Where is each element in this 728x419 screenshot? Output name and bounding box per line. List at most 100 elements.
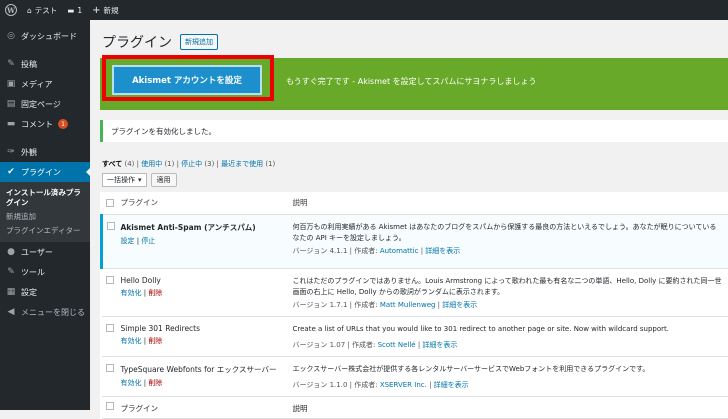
akismet-banner-message: もうすぐ完了です - Akismet を設定してスパムにサヨナラしましょう	[286, 76, 536, 87]
row-checkbox[interactable]	[107, 222, 115, 230]
menu-label: メディア	[21, 79, 52, 90]
menu-label: 外観	[21, 147, 37, 158]
wrench-icon: ✎	[6, 267, 16, 277]
menu-label: ツール	[21, 267, 45, 278]
filter-active-count: (1)	[164, 160, 174, 168]
delete-link[interactable]: 削除	[148, 289, 162, 297]
brush-icon: ✑	[6, 147, 16, 157]
plugin-description-cont: なたの API キーを設定しましょう。	[293, 233, 728, 244]
table-row: Akismet Anti-Spam (アンチスパム) 設定 | 停止 何百万もの…	[102, 214, 728, 268]
table-header-row: プラグイン 説明	[102, 192, 728, 214]
menu-label: 固定ページ	[21, 99, 61, 110]
row-checkbox[interactable]	[106, 324, 114, 332]
plugins-table: プラグイン 説明 Akismet Anti-Spam (アンチスパム) 設定 |…	[100, 192, 728, 419]
settings-link[interactable]: 設定	[121, 237, 135, 245]
activate-link[interactable]: 有効化	[121, 289, 142, 297]
column-plugin-footer[interactable]: プラグイン	[120, 396, 292, 418]
author-link[interactable]: Scott Nellé	[378, 341, 416, 349]
admin-sidebar: ◎ダッシュボード ✎投稿 ▣メディア ▤固定ページ ▬コメント1 ✑外観 ✔プラ…	[0, 20, 90, 410]
plugin-description-cont: 画面の右上に Hello, Dolly からの歌詞がランダムに表示されます。	[293, 287, 728, 298]
menu-appearance[interactable]: ✑ 外観	[0, 142, 90, 162]
add-new-plugin-button[interactable]: 新規追加	[180, 34, 218, 50]
delete-link[interactable]: 削除	[148, 337, 162, 345]
menu-comments[interactable]: ▬コメント1	[0, 114, 90, 134]
home-icon: ⌂	[27, 6, 32, 15]
menu-media[interactable]: ▣メディア	[0, 74, 90, 94]
activate-link[interactable]: 有効化	[121, 337, 142, 345]
menu-tools[interactable]: ✎ ツール	[0, 262, 90, 282]
table-row: TypeSquare Webfonts for エックスサーバー 有効化 | 削…	[102, 356, 728, 396]
menu-label: 投稿	[21, 59, 37, 70]
select-all-checkbox-footer[interactable]	[106, 402, 114, 410]
plus-icon: +	[92, 5, 100, 16]
menu-label: 設定	[21, 287, 37, 298]
plugin-icon: ✔	[6, 167, 16, 177]
select-all-checkbox[interactable]	[106, 199, 114, 207]
menu-dashboard[interactable]: ◎ ダッシュボード	[0, 26, 90, 46]
table-row: Hello Dolly 有効化 | 削除 これはただのプラグインではありません。…	[102, 268, 728, 316]
plugin-version: バージョン 1.1.0	[293, 381, 348, 389]
apply-button[interactable]: 適用	[151, 173, 177, 187]
row-checkbox[interactable]	[106, 364, 114, 372]
author-link[interactable]: Automattic	[380, 247, 419, 255]
user-icon: ●	[6, 247, 16, 257]
plugin-version: バージョン 1.7.1	[293, 301, 348, 309]
site-name-menu[interactable]: ⌂テスト	[22, 0, 62, 20]
collapse-icon: ◀	[6, 307, 16, 317]
new-content-menu[interactable]: +新規	[87, 0, 123, 20]
details-link[interactable]: 詳細を表示	[425, 247, 460, 255]
author-prefix: 作成者:	[354, 301, 377, 309]
author-link[interactable]: XSERVER Inc.	[380, 381, 427, 389]
details-link[interactable]: 詳細を表示	[422, 341, 457, 349]
comments-menu[interactable]: ▬1	[62, 0, 87, 20]
column-description-footer: 説明	[292, 396, 728, 418]
akismet-setup-button[interactable]: Akismet アカウントを設定	[112, 65, 262, 95]
menu-settings[interactable]: ▦ 設定	[0, 282, 90, 302]
activate-link[interactable]: 有効化	[121, 379, 142, 387]
menu-pages[interactable]: ▤固定ページ	[0, 94, 90, 114]
author-prefix: 作成者:	[352, 341, 375, 349]
submenu-add-new[interactable]: 新規追加	[0, 210, 90, 224]
filter-inactive[interactable]: 停止中	[181, 160, 202, 168]
menu-label: ダッシュボード	[21, 31, 77, 42]
menu-collapse[interactable]: ◀メニューを閉じる	[0, 302, 90, 322]
deactivate-link[interactable]: 停止	[141, 237, 155, 245]
column-plugin[interactable]: プラグイン	[120, 192, 292, 214]
filter-active[interactable]: 使用中	[141, 160, 162, 168]
author-link[interactable]: Matt Mullenweg	[380, 301, 436, 309]
filter-recent-count: (1)	[265, 160, 275, 168]
plugin-description: 何百万もの利用実績がある Akismet はあなたのブログをスパムから保護する最…	[293, 222, 728, 233]
submenu-installed-plugins[interactable]: インストール済みプラグイン	[0, 186, 90, 210]
plugins-submenu: インストール済みプラグイン 新規追加 プラグインエディター	[0, 182, 90, 242]
wordpress-logo-icon: W	[5, 4, 17, 16]
menu-users[interactable]: ●ユーザー	[0, 242, 90, 262]
filter-all-count: (4)	[124, 160, 134, 168]
table-row: Simple 301 Redirects 有効化 | 削除 Create a l…	[102, 316, 728, 356]
submenu-plugin-editor[interactable]: プラグインエディター	[0, 224, 90, 238]
author-prefix: 作成者:	[354, 381, 377, 389]
filter-recently-active[interactable]: 最近まで使用	[221, 160, 263, 168]
plugin-name: Simple 301 Redirects	[121, 324, 291, 333]
details-link[interactable]: 詳細を表示	[442, 301, 477, 309]
comment-icon: ▬	[6, 119, 16, 129]
pin-icon: ✎	[6, 59, 16, 69]
bulk-action-select[interactable]: 一括操作▾	[102, 173, 147, 187]
plugin-description: エックスサーバー株式会社が提供する各レンタルサーバーサービスでWebフォントを利…	[293, 364, 728, 375]
delete-link[interactable]: 削除	[148, 379, 162, 387]
details-link[interactable]: 詳細を表示	[434, 381, 469, 389]
menu-plugins[interactable]: ✔プラグイン	[0, 162, 90, 182]
plugin-name: TypeSquare Webfonts for エックスサーバー	[121, 364, 291, 375]
plugin-description: これはただのプラグインではありません。Louis Armstrong によって歌…	[293, 276, 728, 287]
filter-all[interactable]: すべて	[102, 160, 122, 168]
wp-logo-menu[interactable]: W	[0, 0, 22, 20]
admin-bar: W ⌂テスト ▬1 +新規	[0, 0, 728, 20]
activation-notice: プラグインを有効化しました。	[100, 120, 728, 142]
table-footer-row: プラグイン 説明	[102, 396, 728, 418]
comment-bubble-icon: ▬	[67, 6, 74, 15]
dashboard-icon: ◎	[6, 31, 16, 41]
row-checkbox[interactable]	[106, 276, 114, 284]
bulk-actions: 一括操作▾ 適用	[102, 173, 177, 187]
menu-posts[interactable]: ✎ 投稿	[0, 54, 90, 74]
settings-icon: ▦	[6, 287, 16, 297]
akismet-activation-banner: Akismet アカウントを設定 もうすぐ完了です - Akismet を設定し…	[100, 58, 728, 110]
